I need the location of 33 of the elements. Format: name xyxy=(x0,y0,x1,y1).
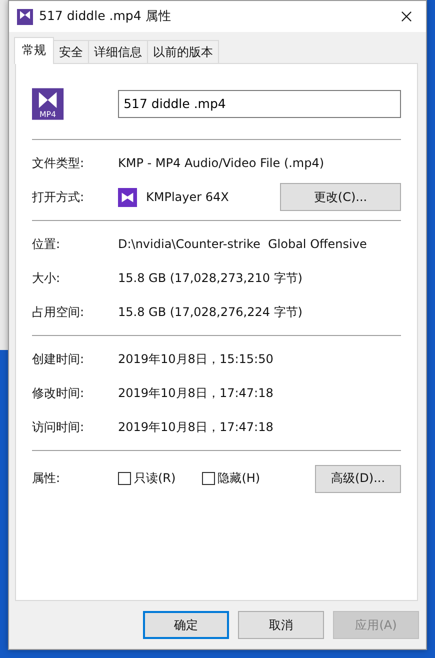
file-name-field[interactable]: 517 diddle .mp4 xyxy=(118,90,401,118)
video-file-icon: MP4 xyxy=(32,88,64,120)
field-value: 2019年10月8日，15:15:50 xyxy=(118,350,274,368)
close-icon[interactable] xyxy=(401,11,412,22)
field-label: 修改时间: xyxy=(32,384,86,402)
change-button[interactable]: 更改(C)... xyxy=(280,183,401,211)
field-value: KMPlayer 64X xyxy=(146,190,230,204)
field-value: 2019年10月8日，17:47:18 xyxy=(118,418,274,436)
field-label: 打开方式: xyxy=(32,188,86,206)
field-label: 位置: xyxy=(32,236,62,252)
advanced-button[interactable]: 高级(D)... xyxy=(315,464,401,492)
field-label: 创建时间: xyxy=(32,350,86,368)
field-value: D:\nvidia\Counter-strike Global Offensive xyxy=(118,237,367,251)
field-value: 15.8 GB (17,028,273,210 字节) xyxy=(118,270,302,286)
field-label: 属性: xyxy=(32,470,62,487)
window-title: 517 diddle .mp4 属性 xyxy=(39,8,172,25)
tab[interactable]: 常规 xyxy=(14,37,54,64)
field-value: 15.8 GB (17,028,276,224 字节) xyxy=(118,304,302,320)
dialog-button[interactable]: 确定 xyxy=(143,611,229,639)
checkbox-label[interactable]: 只读(R) xyxy=(134,470,176,487)
field-label: 大小: xyxy=(32,270,62,286)
field-label: 访问时间: xyxy=(32,418,86,436)
checkbox[interactable] xyxy=(118,472,131,485)
field-label: 文件类型: xyxy=(32,154,86,172)
dialog-button[interactable]: 取消 xyxy=(238,611,324,639)
checkbox-label[interactable]: 隐藏(H) xyxy=(218,470,260,487)
tab[interactable]: 以前的版本 xyxy=(147,40,219,63)
field-value: KMP - MP4 Audio/Video File (.mp4) xyxy=(118,156,324,170)
checkbox[interactable] xyxy=(202,472,215,485)
video-file-icon xyxy=(17,8,33,24)
field-value: 2019年10月8日，17:47:18 xyxy=(118,384,274,402)
field-label: 占用空间: xyxy=(32,304,86,320)
app-icon xyxy=(118,188,137,206)
